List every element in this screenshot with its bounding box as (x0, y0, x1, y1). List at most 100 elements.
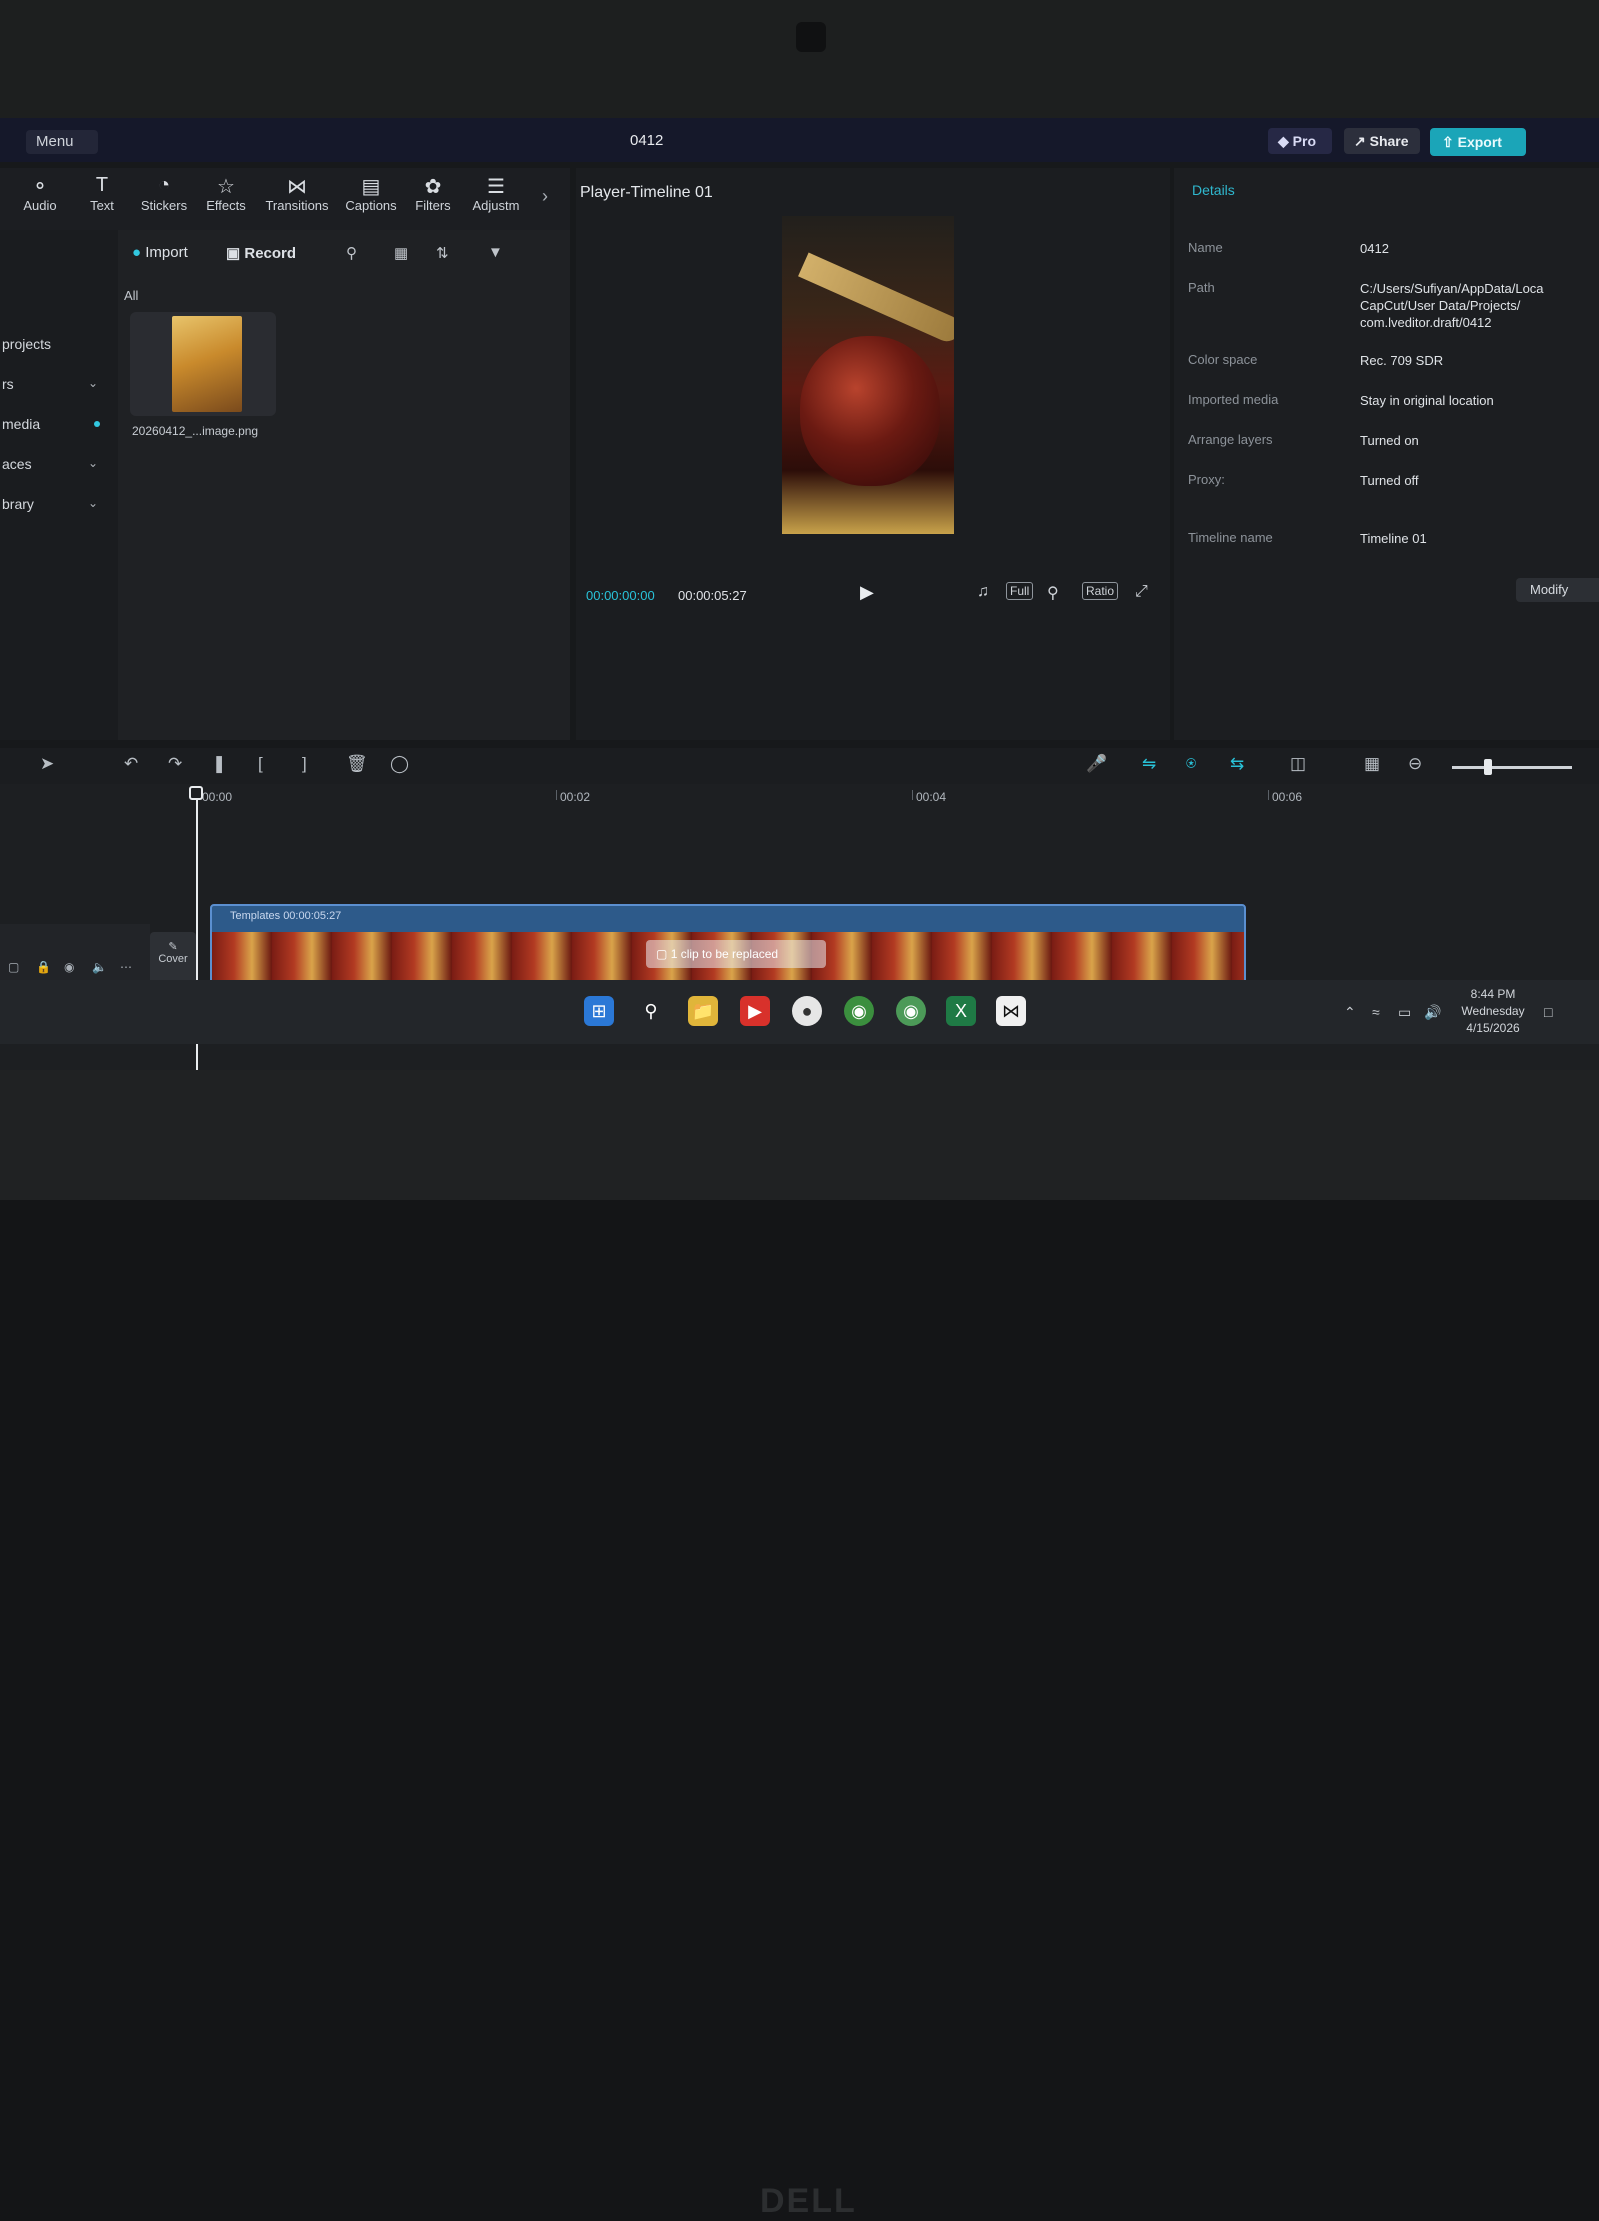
file-explorer-icon[interactable]: 📁 (688, 996, 718, 1026)
auto-snap-icon[interactable]: ⍟ (1186, 754, 1196, 774)
chrome-profile-icon[interactable]: ◉ (896, 996, 926, 1026)
tool-adjustment[interactable]: ☰ Adjustm (468, 174, 524, 213)
taskbar-clock[interactable]: 8:44 PM Wednesday 4/15/2026 (1448, 986, 1538, 1037)
sidebar-item-label: aces (2, 456, 32, 472)
ruler-label: 00:00 (202, 790, 233, 804)
tool-filters[interactable]: ✿ Filters (410, 174, 456, 213)
search-icon[interactable]: ⚲ (346, 244, 357, 262)
tool-captions[interactable]: ▤ Captions (342, 174, 400, 213)
notification-icon[interactable]: □ (1544, 1004, 1552, 1020)
app-icon[interactable]: ● (792, 996, 822, 1026)
tool-stickers[interactable]: ◔ Stickers (136, 174, 192, 213)
camera-icon: ▣ (226, 245, 241, 262)
replace-clip-badge[interactable]: ▢ 1 clip to be replaced (646, 940, 826, 968)
eye-icon[interactable]: ◉ (64, 960, 74, 974)
volume-icon[interactable]: 🔊 (1424, 1004, 1441, 1021)
tool-audio[interactable]: ⚬ Audio (18, 174, 62, 213)
import-icon: ● (132, 244, 142, 261)
wifi-icon[interactable]: ≈ (1372, 1004, 1380, 1020)
sidebar-item-spaces[interactable]: aces ⌄ (0, 450, 108, 480)
sidebar-item-media[interactable]: media (0, 410, 108, 440)
menu-button[interactable]: Menu (26, 130, 98, 154)
chrome-icon[interactable]: ◉ (844, 996, 874, 1026)
webcam (796, 22, 826, 52)
export-button[interactable]: ⇧ Export (1430, 128, 1526, 156)
zoom-slider-handle[interactable] (1484, 759, 1492, 775)
tool-transitions[interactable]: ⋈ Transitions (262, 174, 332, 213)
clip-icon: ▢ (656, 947, 668, 961)
excel-icon[interactable]: X (946, 996, 976, 1026)
record-label: Record (244, 245, 297, 262)
sort-icon[interactable]: ⇅ (436, 244, 449, 262)
tool-effects[interactable]: ☆ Effects (200, 174, 252, 213)
preview-axis-icon[interactable]: ◫ (1290, 754, 1306, 774)
trim-left-icon[interactable]: [ (258, 754, 263, 774)
record-button[interactable]: ▣ Record (226, 244, 296, 262)
linkage-icon[interactable]: ⇆ (1230, 754, 1244, 774)
modify-button[interactable]: Modify (1516, 578, 1599, 602)
sidebar-item-users[interactable]: rs ⌄ (0, 370, 108, 400)
import-label: Import (145, 244, 188, 261)
playhead-handle[interactable] (189, 786, 203, 800)
ruler-label: 00:04 (916, 790, 947, 804)
player-panel: Player-Timeline 01 00:00:00:00 00:00:05:… (576, 168, 1170, 740)
sliders-icon: ☰ (487, 176, 505, 198)
tool-label: Stickers (140, 198, 188, 213)
trim-right-icon[interactable]: ] (302, 754, 307, 774)
search-icon[interactable]: ⚲ (636, 996, 666, 1026)
sidebar-item-library[interactable]: brary ⌄ (0, 490, 108, 520)
import-button[interactable]: ● Import (132, 244, 188, 261)
microphone-icon[interactable]: 🎤 (1086, 754, 1107, 774)
brand-logo: DELL (760, 2182, 857, 2220)
details-panel: Details Name 0412 Path C:/Users/Sufiyan/… (1174, 168, 1599, 740)
speaker-icon[interactable]: 🔈 (92, 960, 107, 974)
share-button[interactable]: ↗ Share (1344, 128, 1420, 154)
marker-icon[interactable]: ◯ (390, 754, 409, 774)
grid-view-icon[interactable]: ▦ (394, 244, 408, 262)
play-icon[interactable]: ▶ (860, 582, 874, 603)
filter-all-label[interactable]: All (124, 288, 138, 303)
text-icon: T (95, 174, 109, 196)
details-title: Details (1192, 182, 1235, 198)
caption-track-icon[interactable]: ▦ (1364, 754, 1380, 774)
zoom-out-icon[interactable]: ⊖ (1408, 754, 1422, 774)
chevron-down-icon: ⌄ (87, 376, 98, 390)
ratio-button[interactable]: Ratio (1082, 582, 1119, 600)
redo-icon[interactable]: ↷ (168, 754, 182, 774)
delete-icon[interactable]: 🗑 (346, 754, 368, 774)
tool-text[interactable]: T Text (82, 174, 122, 213)
lock-icon[interactable]: 🔒 (36, 960, 51, 974)
tool-label: Audio (23, 198, 57, 213)
export-icon: ⇧ (1442, 134, 1454, 150)
zoom-slider[interactable] (1452, 766, 1572, 769)
edit-icon: ✎ (168, 941, 178, 953)
clock-time: 8:44 PM (1470, 987, 1516, 1001)
select-cursor-icon[interactable]: ➤ (40, 754, 54, 774)
pro-button[interactable]: ◆ Pro (1268, 128, 1332, 154)
notification-dot (94, 421, 100, 427)
detail-value: C:/Users/Sufiyan/AppData/Loca CapCut/Use… (1360, 281, 1544, 330)
ruler-tick (1268, 790, 1269, 800)
more-icon[interactable]: ⋯ (120, 960, 132, 974)
capcut-icon[interactable]: ⋈ (996, 996, 1026, 1026)
video-preview[interactable] (782, 216, 954, 534)
fullscreen-icon[interactable]: ⤢ (1132, 582, 1151, 602)
audio-toggle-icon[interactable]: ♫ (974, 582, 992, 602)
full-quality-button[interactable]: Full (1006, 582, 1034, 600)
track-toggle-icon[interactable]: ▢ (8, 960, 19, 974)
ruler-tick (556, 790, 557, 800)
filter-icon[interactable]: ▼ (488, 244, 503, 261)
chevron-up-icon[interactable]: ⌃ (1344, 1004, 1356, 1021)
youtube-icon[interactable]: ▶ (740, 996, 770, 1026)
battery-icon[interactable]: ▭ (1398, 1004, 1411, 1021)
chevron-right-icon[interactable]: › (542, 186, 548, 207)
zoom-view-icon[interactable]: ⚲ (1044, 582, 1062, 604)
undo-icon[interactable]: ↶ (124, 754, 138, 774)
split-icon[interactable]: ❚ (212, 754, 226, 774)
media-thumbnail[interactable] (130, 312, 276, 416)
sidebar-item-label: media (2, 416, 41, 432)
sidebar-item-projects[interactable]: projects (0, 330, 108, 360)
windows-start-icon[interactable]: ⊞ (584, 996, 614, 1026)
screen: Menu 0412 ◆ Pro ↗ Share ⇧ Export ⚬ Audio… (0, 118, 1599, 1070)
link-snap-icon[interactable]: ⇋ (1142, 754, 1156, 774)
